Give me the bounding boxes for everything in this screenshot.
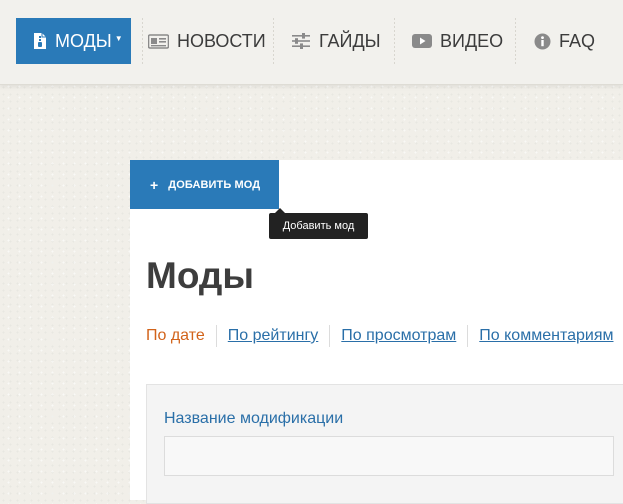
play-icon — [412, 33, 432, 49]
info-icon — [534, 33, 551, 50]
nav-divider — [273, 18, 274, 64]
top-navigation: МОДЫ ▼ НОВОСТИ ГАЙДЫ ВИДЕО FAQ — [0, 0, 623, 85]
newspaper-icon — [148, 33, 169, 49]
page-title: Моды — [146, 255, 255, 296]
sort-by-date[interactable]: По дате — [146, 325, 216, 347]
nav-item-label: FAQ — [559, 30, 596, 51]
mod-file-icon — [33, 32, 47, 50]
sort-by-views[interactable]: По просмотрам — [329, 325, 467, 347]
sort-options: По дате По рейтингу По просмотрам По ком… — [146, 325, 623, 347]
mod-name-input[interactable] — [164, 436, 614, 476]
add-mod-button[interactable]: + ДОБАВИТЬ МОД — [130, 160, 279, 209]
nav-item-label: НОВОСТИ — [177, 30, 266, 51]
nav-item-label: МОДЫ — [55, 30, 112, 51]
sort-by-comments[interactable]: По комментариям — [467, 325, 623, 347]
nav-item-guides[interactable]: ГАЙДЫ — [291, 18, 381, 64]
add-mod-tooltip: Добавить мод — [269, 208, 368, 239]
add-mod-button-label: ДОБАВИТЬ МОД — [168, 178, 261, 191]
plus-icon: + — [150, 176, 159, 193]
nav-item-label: ВИДЕО — [440, 30, 504, 51]
nav-item-faq[interactable]: FAQ — [534, 18, 595, 64]
nav-divider — [142, 18, 143, 64]
nav-divider — [394, 18, 395, 64]
nav-item-mods[interactable]: МОДЫ ▼ — [16, 18, 131, 64]
mod-name-label: Название модификации — [164, 410, 344, 427]
nav-item-news[interactable]: НОВОСТИ — [148, 18, 266, 64]
tooltip-text: Добавить мод — [282, 220, 355, 232]
sort-by-rating[interactable]: По рейтингу — [215, 325, 330, 347]
nav-divider — [515, 18, 516, 64]
chevron-down-icon: ▼ — [114, 33, 123, 43]
sliders-icon — [291, 33, 311, 49]
nav-item-video[interactable]: ВИДЕО — [412, 18, 503, 64]
nav-item-label: ГАЙДЫ — [319, 30, 381, 51]
